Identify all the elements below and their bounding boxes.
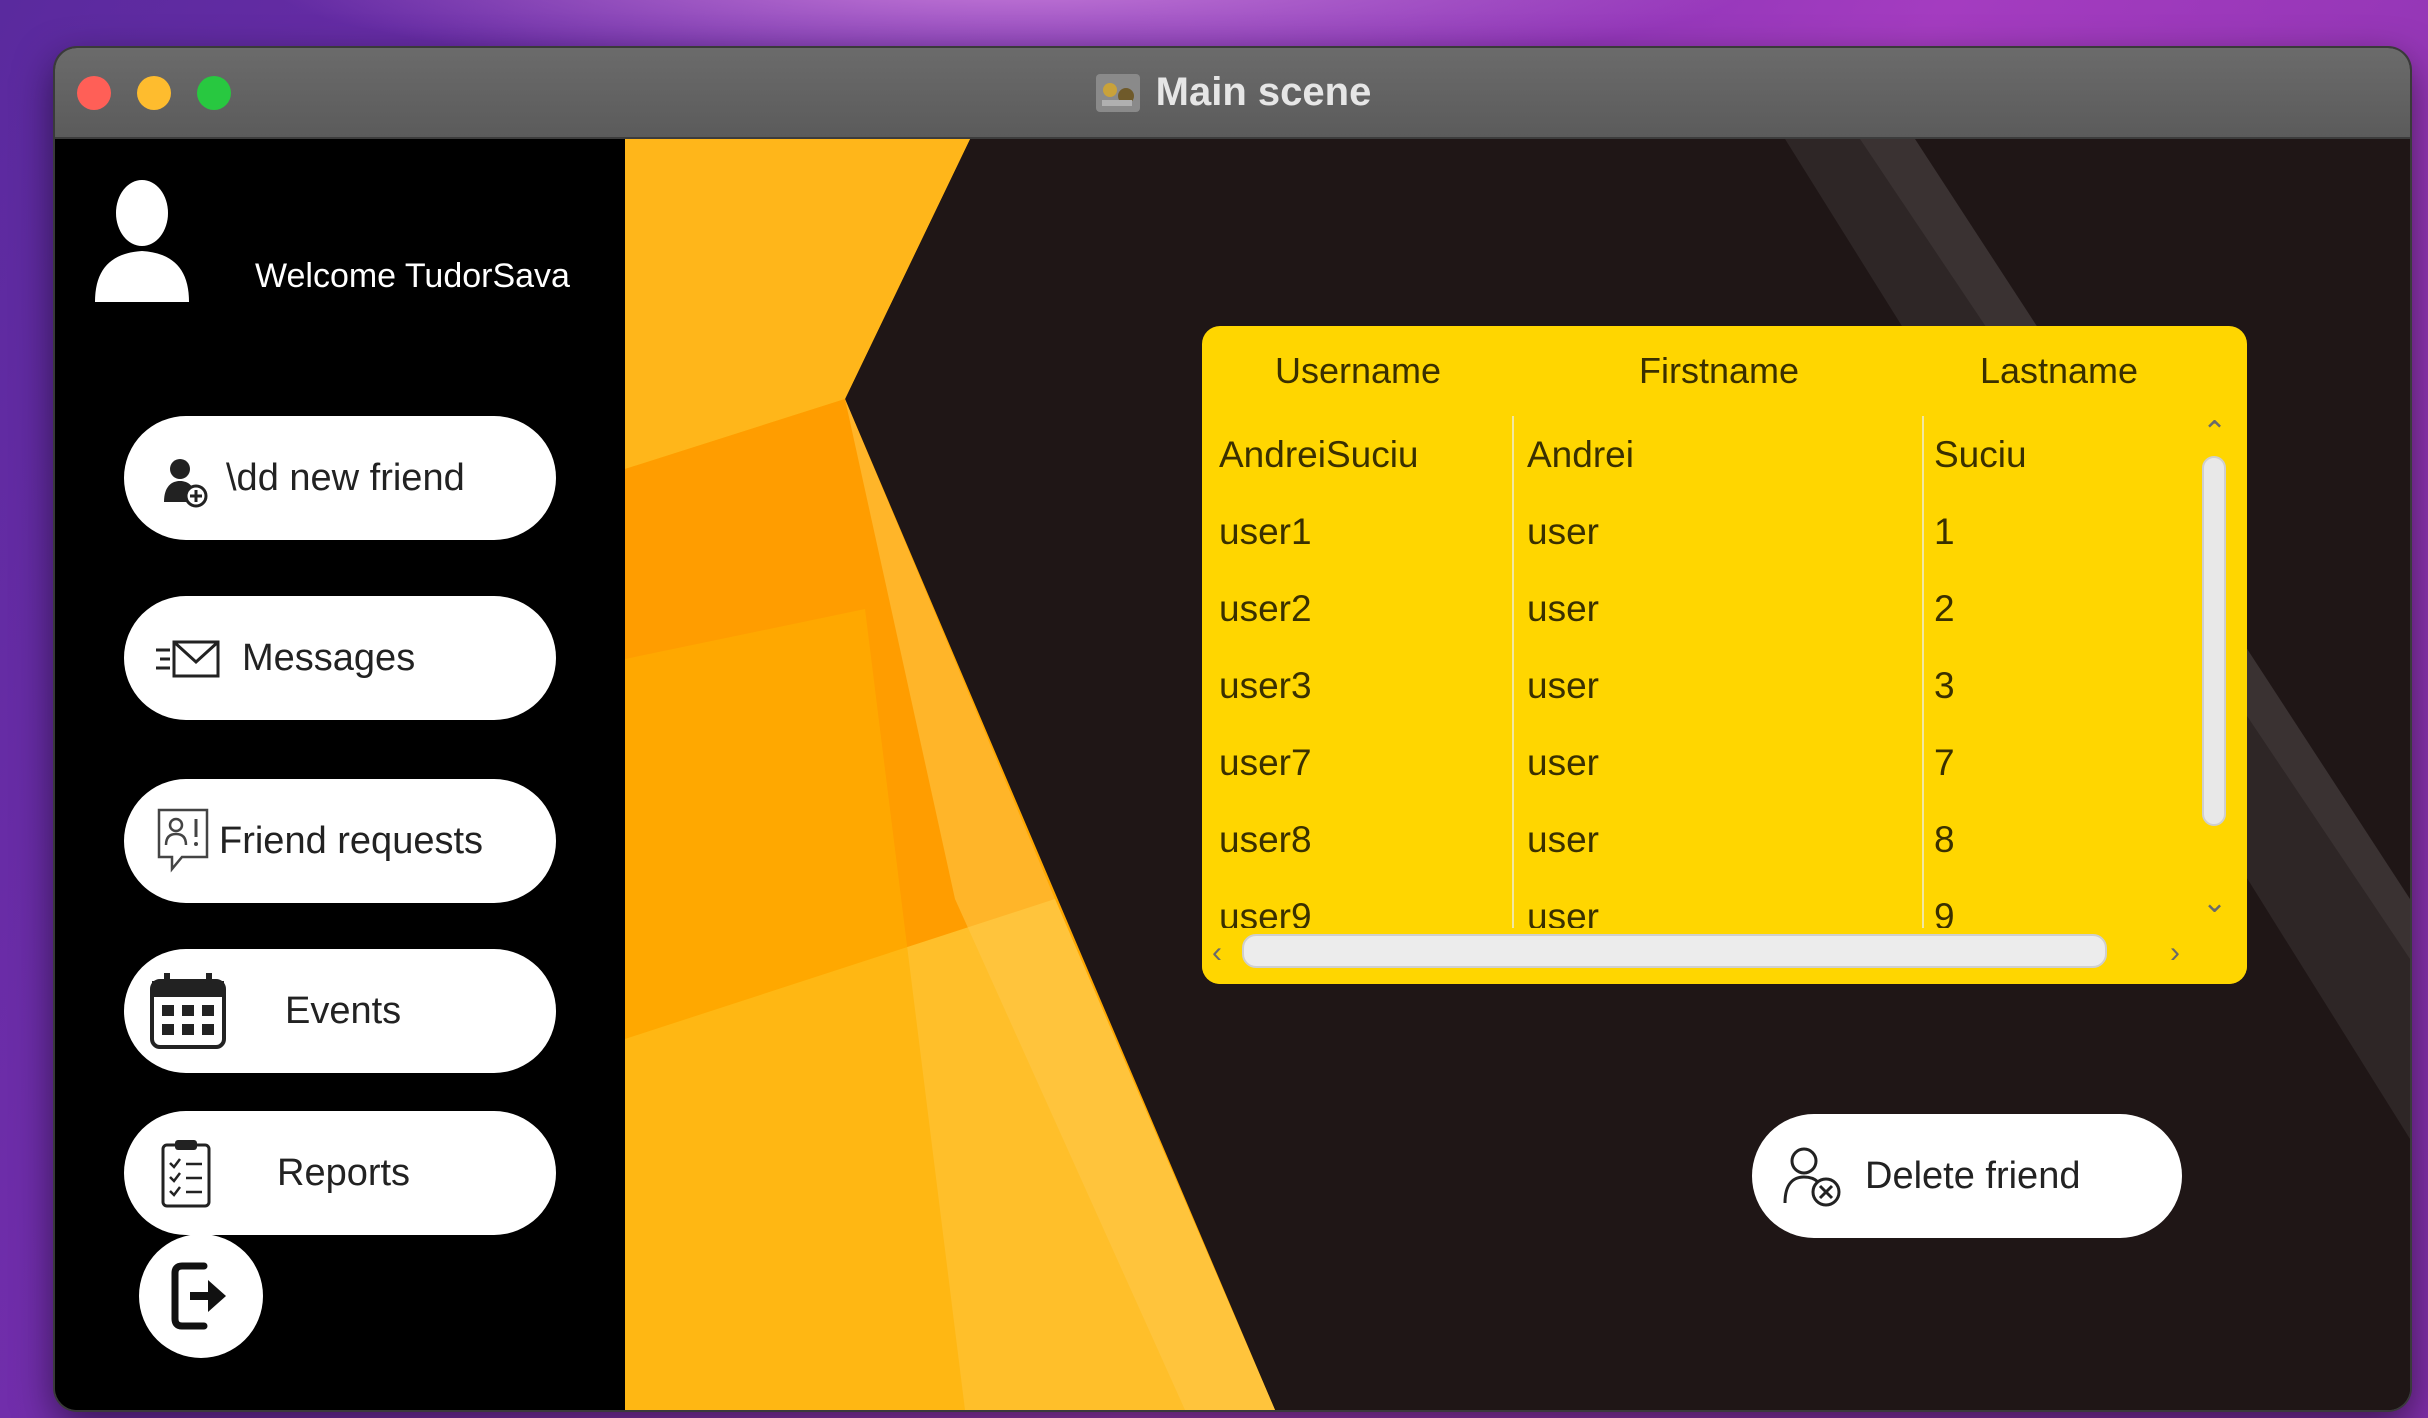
user-silhouette-icon [95, 180, 189, 302]
messages-label: Messages [242, 636, 416, 679]
table-header: Username Firstname Lastname [1202, 326, 2247, 416]
column-header-lastname[interactable]: Lastname [1924, 326, 2194, 416]
cell-firstname: user [1527, 742, 1599, 783]
cell-lastname: 8 [1934, 819, 1955, 860]
cell-firstname: user [1527, 665, 1599, 706]
cell-firstname: user [1527, 819, 1599, 860]
scroll-right-arrow-icon[interactable]: › [2170, 938, 2180, 968]
cell-firstname: user [1527, 896, 1599, 928]
table-row[interactable]: AndreiSuciu Andrei Suciu [1202, 416, 2194, 493]
envelope-icon [156, 640, 220, 678]
reports-button[interactable]: Reports [124, 1111, 556, 1235]
add-new-friend-button[interactable]: \dd new friend [124, 416, 556, 540]
table-row[interactable]: user1 user 1 [1202, 493, 2194, 570]
title-bar[interactable]: Main scene [55, 48, 2410, 139]
messages-button[interactable]: Messages [124, 596, 556, 720]
table-row[interactable]: user2 user 2 [1202, 570, 2194, 647]
friends-table[interactable]: Username Firstname Lastname AndreiSuciu … [1202, 326, 2247, 984]
friend-requests-button[interactable]: Friend requests [124, 779, 556, 903]
reports-label: Reports [277, 1151, 411, 1194]
welcome-text: Welcome TudorSava [255, 257, 570, 295]
main-panel: Username Firstname Lastname AndreiSuciu … [625, 139, 2410, 1410]
calendar-icon [150, 973, 226, 1049]
remove-user-icon [1783, 1147, 1841, 1207]
cell-lastname: Suciu [1934, 434, 2027, 475]
horizontal-scroll-thumb[interactable] [1242, 934, 2107, 968]
cell-lastname: 7 [1934, 742, 1955, 783]
sidebar: Welcome TudorSava \dd new friend Message… [55, 139, 625, 1410]
cell-lastname: 3 [1934, 665, 1955, 706]
friend-request-icon [157, 808, 209, 873]
app-window: Main scene Welcome TudorSava \dd new fri… [55, 48, 2410, 1410]
cell-firstname: user [1527, 511, 1599, 552]
scroll-down-arrow-icon[interactable]: ⌄ [2202, 888, 2227, 918]
clipboard-icon [161, 1140, 211, 1208]
cell-username: user2 [1219, 588, 1312, 629]
cell-username: user3 [1219, 665, 1312, 706]
cell-username: user1 [1219, 511, 1312, 552]
title-container: Main scene [55, 48, 2410, 137]
vertical-scroll-thumb[interactable] [2202, 456, 2226, 826]
cell-firstname: user [1527, 588, 1599, 629]
cell-lastname: 2 [1934, 588, 1955, 629]
table-row[interactable]: user3 user 3 [1202, 647, 2194, 724]
cell-username: user8 [1219, 819, 1312, 860]
events-button[interactable]: Events [124, 949, 556, 1073]
app-icon [1095, 73, 1140, 112]
column-header-firstname[interactable]: Firstname [1514, 326, 1924, 416]
add-new-friend-label: \dd new friend [226, 456, 465, 499]
window-title: Main scene [1155, 70, 1372, 114]
cell-username: AndreiSuciu [1219, 434, 1419, 475]
table-row[interactable]: user7 user 7 [1202, 724, 2194, 801]
cell-firstname: Andrei [1527, 434, 1634, 475]
cell-username: user9 [1219, 896, 1312, 928]
cell-lastname: 9 [1934, 896, 1955, 928]
scroll-up-arrow-icon[interactable]: ⌃ [2202, 418, 2227, 448]
delete-friend-button[interactable]: Delete friend [1752, 1114, 2182, 1238]
logout-button[interactable] [139, 1234, 263, 1358]
table-row[interactable]: user8 user 8 [1202, 801, 2194, 878]
scroll-left-arrow-icon[interactable]: ‹ [1212, 938, 1222, 968]
cell-lastname: 1 [1934, 511, 1955, 552]
delete-friend-label: Delete friend [1865, 1155, 2081, 1197]
column-header-username[interactable]: Username [1202, 326, 1514, 416]
logout-icon [171, 1262, 226, 1330]
events-label: Events [285, 989, 402, 1032]
table-row[interactable]: user9 user 9 [1202, 878, 2194, 928]
cell-username: user7 [1219, 742, 1312, 783]
add-user-icon [164, 459, 208, 508]
friend-requests-label: Friend requests [219, 819, 484, 862]
